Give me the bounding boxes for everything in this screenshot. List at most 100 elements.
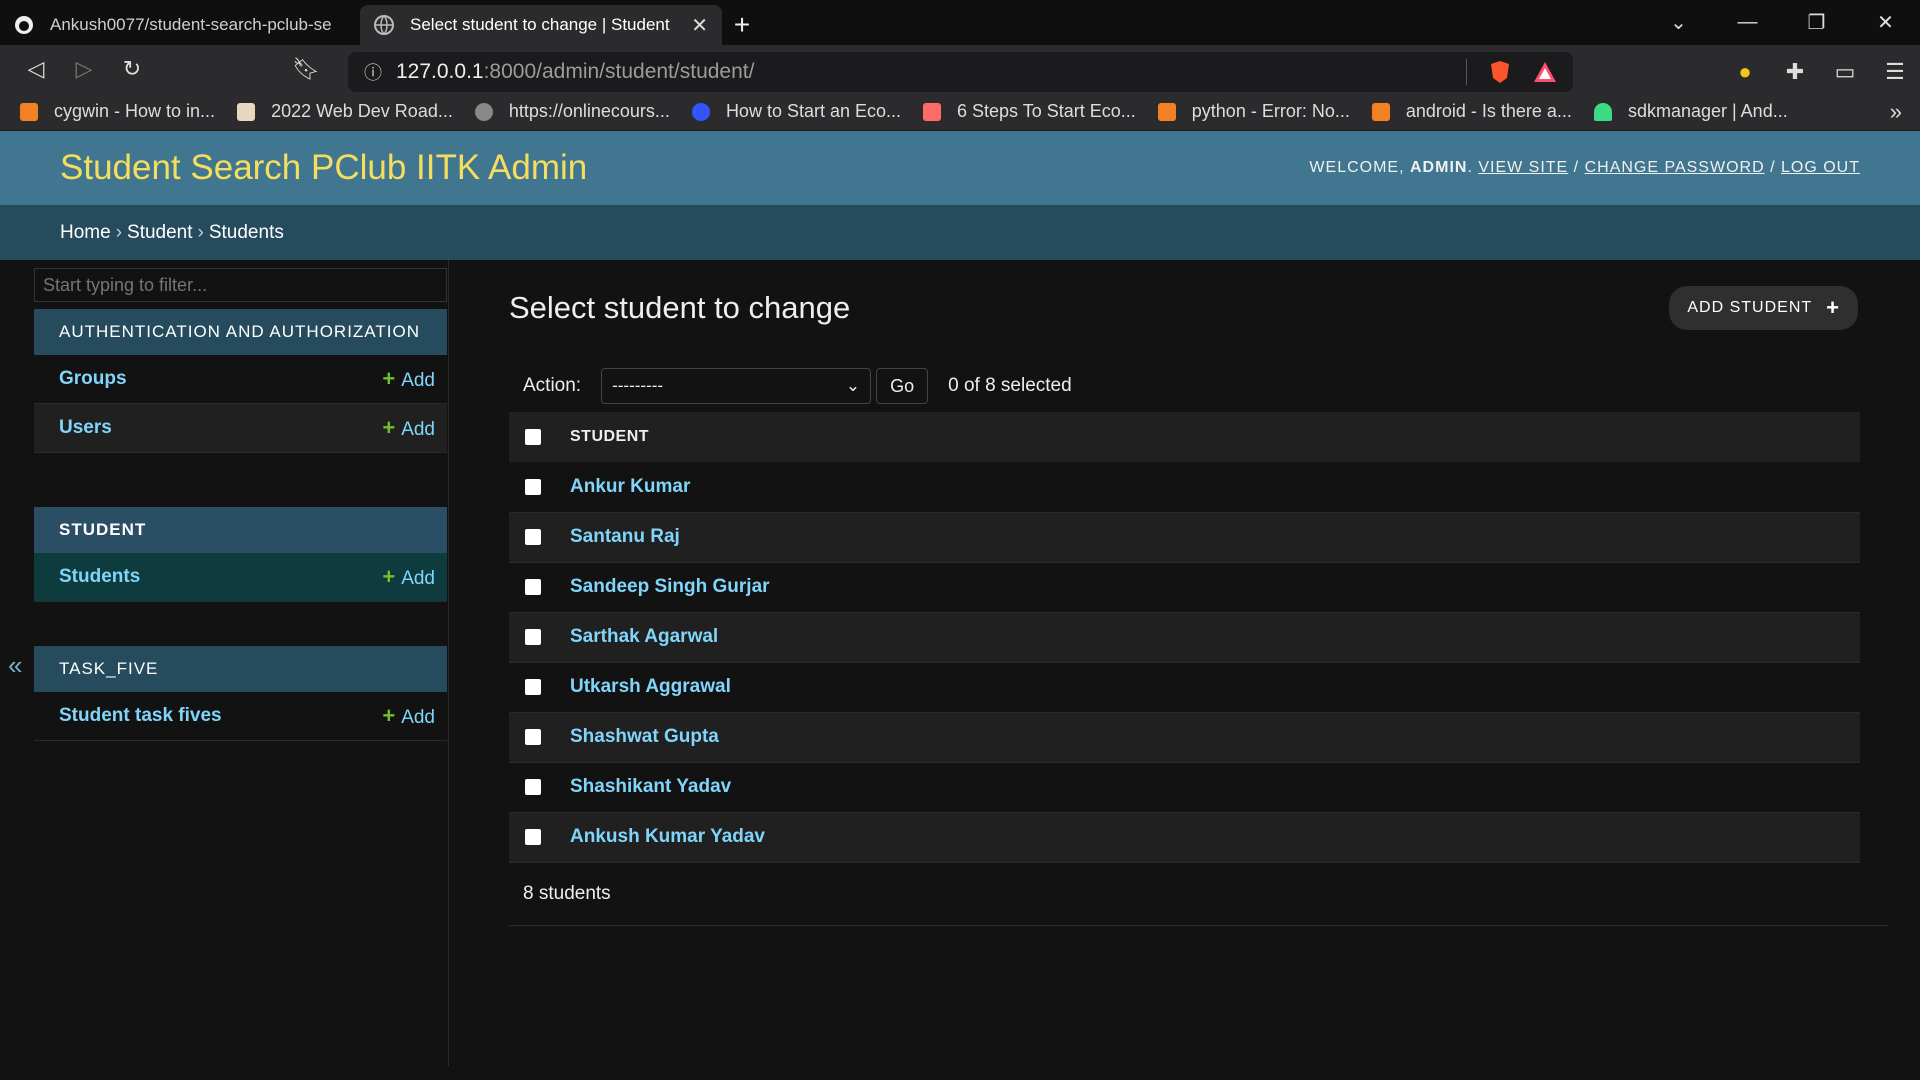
more-bookmarks-icon[interactable]: » [1890,99,1902,125]
add-label: Add [401,370,435,391]
add-link[interactable]: + Add [382,415,435,441]
row-checkbox[interactable] [525,578,541,595]
android-icon [1593,102,1612,121]
bookmark-item[interactable]: 6 Steps To Start Eco... [923,101,1136,122]
extension-icons: ● ✚ ▭ ☰ [1720,52,1920,92]
student-link[interactable]: Shashwat Gupta [570,726,719,747]
actions-bar: Action: --------- ⌄ Go 0 of 8 selected [509,360,1890,412]
nav-sidebar: « AUTHENTICATION AND AUTHORIZATION Group… [0,260,449,1066]
close-window-icon[interactable]: ✕ [1851,10,1920,35]
bookmark-item[interactable]: sdkmanager | And... [1593,101,1788,122]
bookmark-item[interactable]: 2022 Web Dev Road... [237,101,453,122]
address-bar[interactable]: ⓘ 127.0.0.1:8000/admin/student/student/ [348,52,1573,92]
row-checkbox[interactable] [525,628,541,645]
bookmark-item[interactable]: cygwin - How to in... [20,101,215,122]
content: Select student to change ADD STUDENT + Ac… [449,260,1920,1066]
new-tab-button[interactable]: + [722,5,762,45]
breadcrumb-home[interactable]: Home [60,222,111,244]
user-tools: WELCOME, ADMIN. VIEW SITE / CHANGE PASSW… [1309,159,1860,176]
student-link[interactable]: Shashikant Yadav [570,776,731,797]
bookmark-item[interactable]: python - Error: No... [1157,101,1350,122]
sidebar-item-groups: Groups + Add [34,355,447,404]
student-link[interactable]: Sarthak Agarwal [570,626,718,647]
add-link[interactable]: + Add [382,366,435,392]
breadcrumb-app[interactable]: Student [127,222,193,244]
forward-button[interactable]: ▷ [60,49,108,89]
minimize-icon[interactable]: — [1713,11,1782,34]
reload-button[interactable]: ↻ [108,49,156,89]
student-link[interactable]: Utkarsh Aggrawal [570,676,731,697]
page-icon [923,102,942,121]
add-link[interactable]: + Add [382,564,435,590]
table-row: Sarthak Agarwal [509,612,1860,663]
breadcrumb-separator: › [197,221,204,243]
change-password-link[interactable]: CHANGE PASSWORD [1585,159,1765,176]
model-link[interactable]: Student task fives [59,705,222,727]
table-header: STUDENT [509,412,1860,462]
collapse-sidebar-icon[interactable]: « [8,650,22,681]
module-caption[interactable]: AUTHENTICATION AND AUTHORIZATION [34,309,447,355]
student-link[interactable]: Ankur Kumar [570,476,690,497]
student-link[interactable]: Sandeep Singh Gurjar [570,576,770,597]
site-brand[interactable]: Student Search PClub IITK Admin [60,148,587,188]
action-select[interactable]: --------- ⌄ [601,368,872,404]
log-out-link[interactable]: LOG OUT [1781,159,1860,176]
add-label: Add [401,568,435,589]
add-link[interactable]: + Add [382,703,435,729]
browser-tab-github[interactable]: Ankush0077/student-search-pclub-se [0,5,360,45]
plus-icon: + [1826,295,1840,320]
module-student: STUDENT Students + Add [34,507,447,602]
add-student-button[interactable]: ADD STUDENT + [1669,286,1858,330]
view-site-link[interactable]: VIEW SITE [1478,159,1568,176]
bookmark-item[interactable]: android - Is there a... [1371,101,1572,122]
restore-icon[interactable]: ❐ [1782,10,1851,35]
select-all-checkbox[interactable] [525,428,541,445]
action-value: --------- [612,376,664,395]
info-icon[interactable]: ⓘ [364,59,382,85]
go-button[interactable]: Go [876,368,929,404]
github-icon [15,16,33,34]
tab-search-icon[interactable]: ⌄ [1644,10,1713,35]
extensions-puzzle-icon[interactable]: ✚ [1770,59,1820,85]
row-checkbox[interactable] [525,778,541,795]
bookmarks-bar: cygwin - How to in... 2022 Web Dev Road.… [0,93,1920,131]
bookmark-icon[interactable]: 🔖︎ [282,49,330,89]
chrome-extension-icon[interactable]: ● [1720,59,1770,85]
row-checkbox[interactable] [525,678,541,695]
student-link[interactable]: Santanu Raj [570,526,680,547]
column-header-student[interactable]: STUDENT [569,412,1860,462]
model-link[interactable]: Students [59,566,140,588]
brave-shield-icon[interactable] [1489,60,1511,84]
breadcrumb-model: Students [208,221,284,243]
row-checkbox[interactable] [525,528,541,545]
plus-icon: + [382,366,396,391]
row-checkbox[interactable] [525,728,541,745]
chevron-down-icon: ⌄ [845,376,861,395]
plus-icon: + [382,564,396,589]
model-link[interactable]: Groups [59,368,127,390]
add-label: Add [401,419,435,440]
plus-icon: + [382,703,396,728]
module-caption[interactable]: TASK_FIVE [34,646,447,692]
add-label: Add [401,707,435,728]
circle-icon [691,102,710,121]
globe-icon [474,102,493,121]
row-checkbox[interactable] [525,478,541,495]
stackoverflow-icon [20,102,38,121]
module-caption[interactable]: STUDENT [34,507,447,553]
model-link[interactable]: Users [59,417,112,439]
browser-tab-active[interactable]: Select student to change | Student ✕ [360,5,722,45]
close-tab-icon[interactable]: ✕ [691,13,708,38]
menu-icon[interactable]: ☰ [1870,59,1920,85]
brave-rewards-icon[interactable] [1533,61,1557,83]
table-row: Shashikant Yadav [509,762,1860,813]
table-row: Sandeep Singh Gurjar [509,562,1860,613]
row-checkbox[interactable] [525,828,541,845]
student-link[interactable]: Ankush Kumar Yadav [570,826,765,847]
bookmark-item[interactable]: https://onlinecours... [474,101,670,122]
plus-icon: + [382,415,396,440]
back-button[interactable]: ◁ [12,49,60,89]
wallet-icon[interactable]: ▭ [1820,59,1870,85]
bookmark-item[interactable]: How to Start an Eco... [691,101,901,122]
nav-filter-input[interactable] [34,268,447,302]
